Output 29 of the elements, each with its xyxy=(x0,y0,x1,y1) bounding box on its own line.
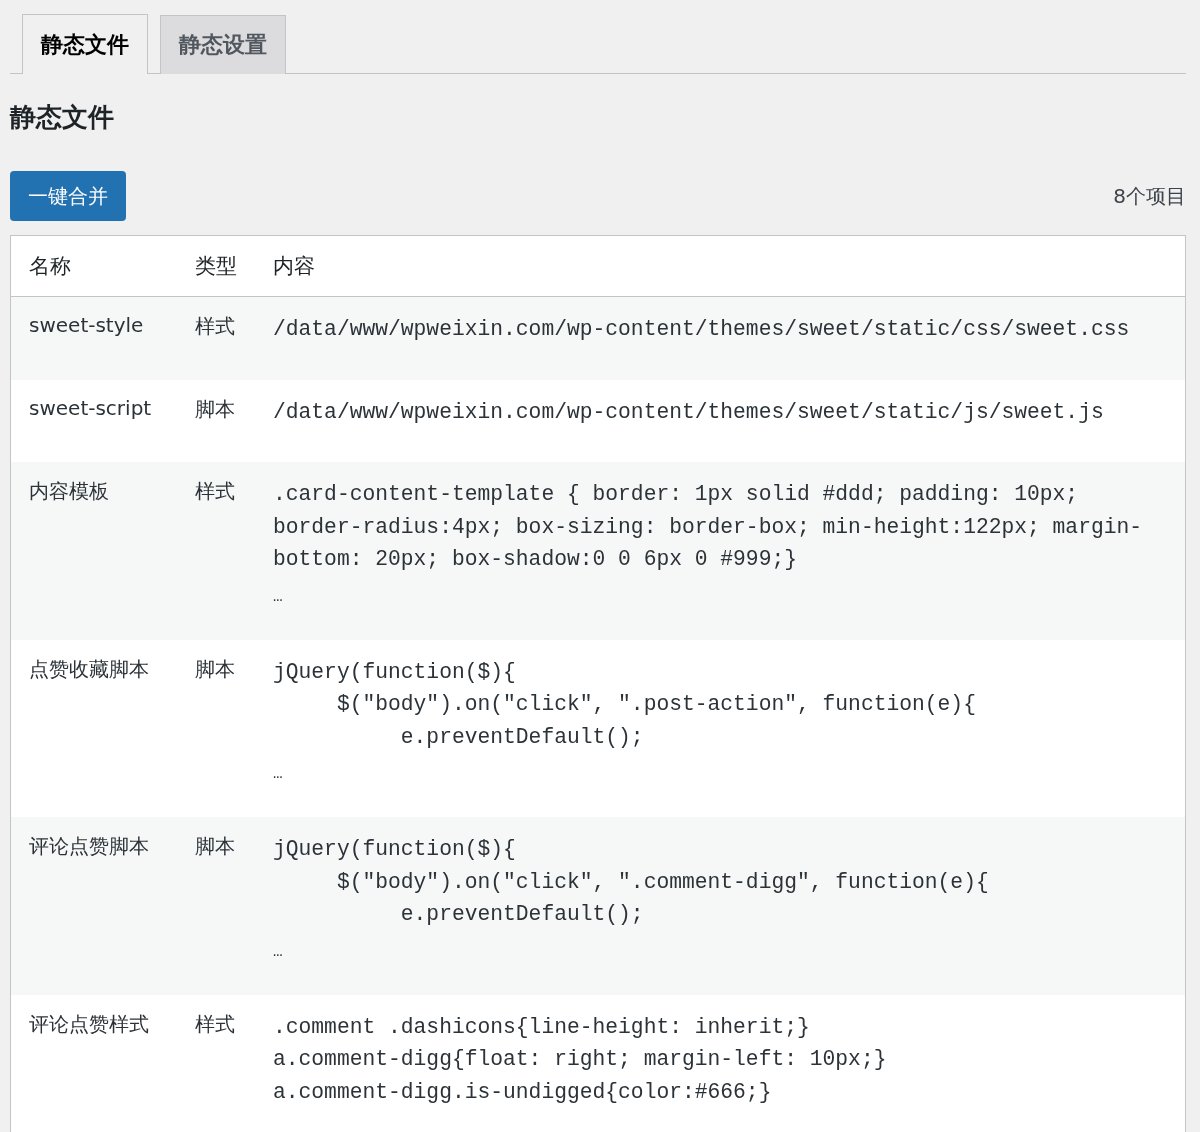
page-heading: 静态文件 xyxy=(10,101,115,134)
type-cell: 脚本 xyxy=(177,639,255,817)
more-ellipsis: … xyxy=(273,587,284,606)
more-ellipsis: … xyxy=(273,942,284,961)
type-cell: 脚本 xyxy=(177,817,255,995)
name-cell: 内容模板 xyxy=(10,462,177,640)
code-text: jQuery(function($){ $("body").on("click", ".post-action", function(e){ e.preventDefault(); xyxy=(273,658,977,751)
tab[interactable]: 静态文件 xyxy=(22,14,148,74)
code-text: .card-content-template { border: 1px solid #ddd; padding: 10px; border-radius:4px; box-sizing: border-box; min-height:122px; margin-bottom: 20px; box-shadow:0 0 6px 0 #999;} xyxy=(273,481,1144,573)
name-cell: 点赞收藏脚本 xyxy=(10,639,177,817)
type-cell: 脚本 xyxy=(177,379,255,462)
type-cell: 样式 xyxy=(177,994,255,1132)
more-ellipsis: … xyxy=(273,765,284,783)
code-text: /data/www/wpweixin.com/wp-content/themes/sweet/static/css/sweet.css xyxy=(273,316,1131,343)
column-header: 类型 xyxy=(177,235,255,297)
name-cell: 评论点赞脚本 xyxy=(10,817,177,995)
merge-button[interactable]: 一键合并 xyxy=(10,171,126,221)
code-text: .comment .dashicons{line-height: inherit;} a.comment-digg{float: right; margin-left: 10px;} a.comment-digg.is-undigged{color:#666;} xyxy=(273,1013,888,1106)
column-header: 名称 xyxy=(10,235,177,297)
type-cell: 样式 xyxy=(177,296,255,380)
type-cell: 样式 xyxy=(177,462,255,640)
column-header: 内容 xyxy=(255,235,1186,297)
tab[interactable]: 静态设置 xyxy=(160,15,286,74)
item-count: 8个项目 xyxy=(1113,182,1186,210)
code-text: jQuery(function($){ $("body").on("click", ".comment-digg", function(e){ e.preventDefault(); xyxy=(273,836,990,928)
name-cell: sweet-style xyxy=(10,296,177,380)
name-cell: sweet-script xyxy=(10,379,177,462)
code-text: /data/www/wpweixin.com/wp-content/themes/sweet/static/js/sweet.js xyxy=(273,398,1105,426)
name-cell: 评论点赞样式 xyxy=(10,994,177,1132)
